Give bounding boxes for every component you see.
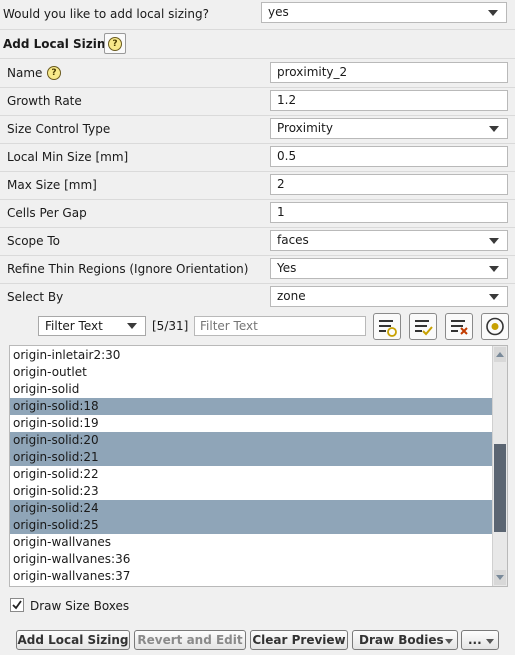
local-min-size-label: Local Min Size [mm] bbox=[7, 150, 129, 164]
cells-per-gap-field[interactable]: 1 bbox=[270, 202, 508, 223]
growth-rate-row: Growth Rate 1.2 bbox=[0, 88, 515, 114]
refine-thin-regions-value: Yes bbox=[277, 261, 297, 275]
refine-thin-regions-row: Refine Thin Regions (Ignore Orientation)… bbox=[0, 256, 515, 282]
list-item[interactable]: origin-inletair2:30 bbox=[10, 347, 494, 364]
zone-list[interactable]: origin-inletair2:30 origin-outlet origin-s… bbox=[9, 345, 508, 587]
more-button[interactable]: ... bbox=[461, 630, 499, 650]
help-icon: ? bbox=[108, 36, 122, 51]
name-label: Name bbox=[7, 66, 43, 80]
list-item[interactable]: origin-solid:24 bbox=[10, 500, 494, 517]
target-icon bbox=[486, 317, 504, 336]
chevron-down-icon bbox=[127, 323, 137, 329]
revert-and-edit-button[interactable]: Revert and Edit bbox=[134, 630, 246, 650]
growth-rate-field[interactable]: 1.2 bbox=[270, 90, 508, 111]
filter-list-button[interactable] bbox=[373, 313, 401, 340]
local-min-size-row: Local Min Size [mm] 0.5 bbox=[0, 144, 515, 170]
draw-size-boxes-checkbox[interactable] bbox=[10, 598, 24, 612]
add-local-sizing-question-row: Would you like to add local sizing? yes bbox=[0, 0, 515, 28]
local-min-size-field[interactable]: 0.5 bbox=[270, 146, 508, 167]
refine-thin-regions-select[interactable]: Yes bbox=[270, 258, 508, 279]
list-item[interactable]: origin-solid:21 bbox=[10, 449, 494, 466]
list-item[interactable]: origin-solid bbox=[10, 381, 494, 398]
filter-list-icon bbox=[379, 320, 397, 337]
cells-per-gap-row: Cells Per Gap 1 bbox=[0, 200, 515, 226]
check-list-icon bbox=[415, 320, 433, 336]
divider bbox=[0, 29, 515, 30]
deselect-all-button[interactable] bbox=[445, 313, 473, 340]
section-title: Add Local Sizing bbox=[3, 37, 115, 51]
add-local-sizing-select[interactable]: yes bbox=[261, 2, 507, 23]
list-item[interactable]: origin-outlet bbox=[10, 364, 494, 381]
chevron-down-icon bbox=[489, 238, 499, 244]
section-header: Add Local Sizing ? bbox=[0, 31, 515, 57]
scope-to-select[interactable]: faces bbox=[270, 230, 508, 251]
filter-mode-value: Filter Text bbox=[45, 319, 103, 333]
filter-mode-select[interactable]: Filter Text bbox=[38, 316, 146, 336]
size-control-type-value: Proximity bbox=[277, 121, 333, 135]
max-size-field[interactable]: 2 bbox=[270, 174, 508, 195]
chevron-down-icon bbox=[489, 266, 499, 272]
list-item[interactable]: origin-solid:20 bbox=[10, 432, 494, 449]
select-all-button[interactable] bbox=[409, 313, 437, 340]
select-by-row: Select By zone bbox=[0, 284, 515, 310]
chevron-down-icon bbox=[489, 126, 499, 132]
growth-rate-label: Growth Rate bbox=[7, 94, 82, 108]
size-control-type-label: Size Control Type bbox=[7, 122, 111, 136]
chevron-down-icon bbox=[486, 639, 494, 644]
select-by-label: Select By bbox=[7, 290, 64, 304]
target-button[interactable] bbox=[481, 313, 509, 340]
name-help-icon[interactable]: ? bbox=[47, 66, 61, 80]
list-item[interactable]: origin-wallvanes bbox=[10, 534, 494, 551]
size-control-type-select[interactable]: Proximity bbox=[270, 118, 508, 139]
cells-per-gap-label: Cells Per Gap bbox=[7, 206, 87, 220]
select-by-value: zone bbox=[277, 289, 306, 303]
list-item[interactable]: origin-wallvanes:36 bbox=[10, 551, 494, 568]
select-by-select[interactable]: zone bbox=[270, 286, 508, 307]
chevron-down-icon bbox=[488, 10, 498, 16]
arrow-up-icon bbox=[496, 352, 504, 357]
list-item[interactable]: origin-solid:25 bbox=[10, 517, 494, 534]
chevron-down-icon bbox=[489, 294, 499, 300]
list-item[interactable]: origin-solid:22 bbox=[10, 466, 494, 483]
refine-thin-regions-label: Refine Thin Regions (Ignore Orientation) bbox=[7, 262, 249, 276]
name-row: Name ? proximity_2 bbox=[0, 60, 515, 86]
add-local-sizing-question-label: Would you like to add local sizing? bbox=[3, 7, 209, 21]
size-control-type-row: Size Control Type Proximity bbox=[0, 116, 515, 142]
name-field[interactable]: proximity_2 bbox=[270, 62, 508, 83]
scope-to-row: Scope To faces bbox=[0, 228, 515, 254]
max-size-label: Max Size [mm] bbox=[7, 178, 97, 192]
checkmark-icon bbox=[12, 600, 22, 610]
add-local-sizing-button[interactable]: Add Local Sizing bbox=[16, 630, 130, 650]
add-local-sizing-value: yes bbox=[268, 5, 289, 19]
list-item[interactable]: origin-wallvanes:37 bbox=[10, 568, 494, 585]
list-item[interactable]: origin-solid:18 bbox=[10, 398, 494, 415]
draw-size-boxes-label: Draw Size Boxes bbox=[30, 599, 130, 613]
selection-count: [5/31] bbox=[152, 319, 189, 333]
divider bbox=[0, 58, 515, 59]
section-help-button[interactable]: ? bbox=[104, 33, 126, 54]
arrow-down-icon bbox=[496, 575, 504, 580]
list-item[interactable]: origin-solid:19 bbox=[10, 415, 494, 432]
filter-text-input[interactable] bbox=[194, 316, 366, 336]
clear-preview-button[interactable]: Clear Preview bbox=[250, 630, 348, 650]
chevron-down-icon bbox=[445, 639, 453, 644]
scope-to-value: faces bbox=[277, 233, 309, 247]
scroll-down-button[interactable] bbox=[494, 570, 506, 585]
max-size-row: Max Size [mm] 2 bbox=[0, 172, 515, 198]
scope-to-label: Scope To bbox=[7, 234, 61, 248]
scroll-up-button[interactable] bbox=[494, 347, 506, 362]
list-item[interactable]: origin-solid:23 bbox=[10, 483, 494, 500]
draw-bodies-button[interactable]: Draw Bodies bbox=[352, 630, 458, 650]
clear-list-icon bbox=[451, 320, 468, 335]
scroll-thumb[interactable] bbox=[494, 444, 506, 532]
more-label: ... bbox=[468, 633, 482, 647]
draw-bodies-label: Draw Bodies bbox=[359, 633, 444, 647]
vertical-scrollbar[interactable] bbox=[492, 346, 507, 586]
